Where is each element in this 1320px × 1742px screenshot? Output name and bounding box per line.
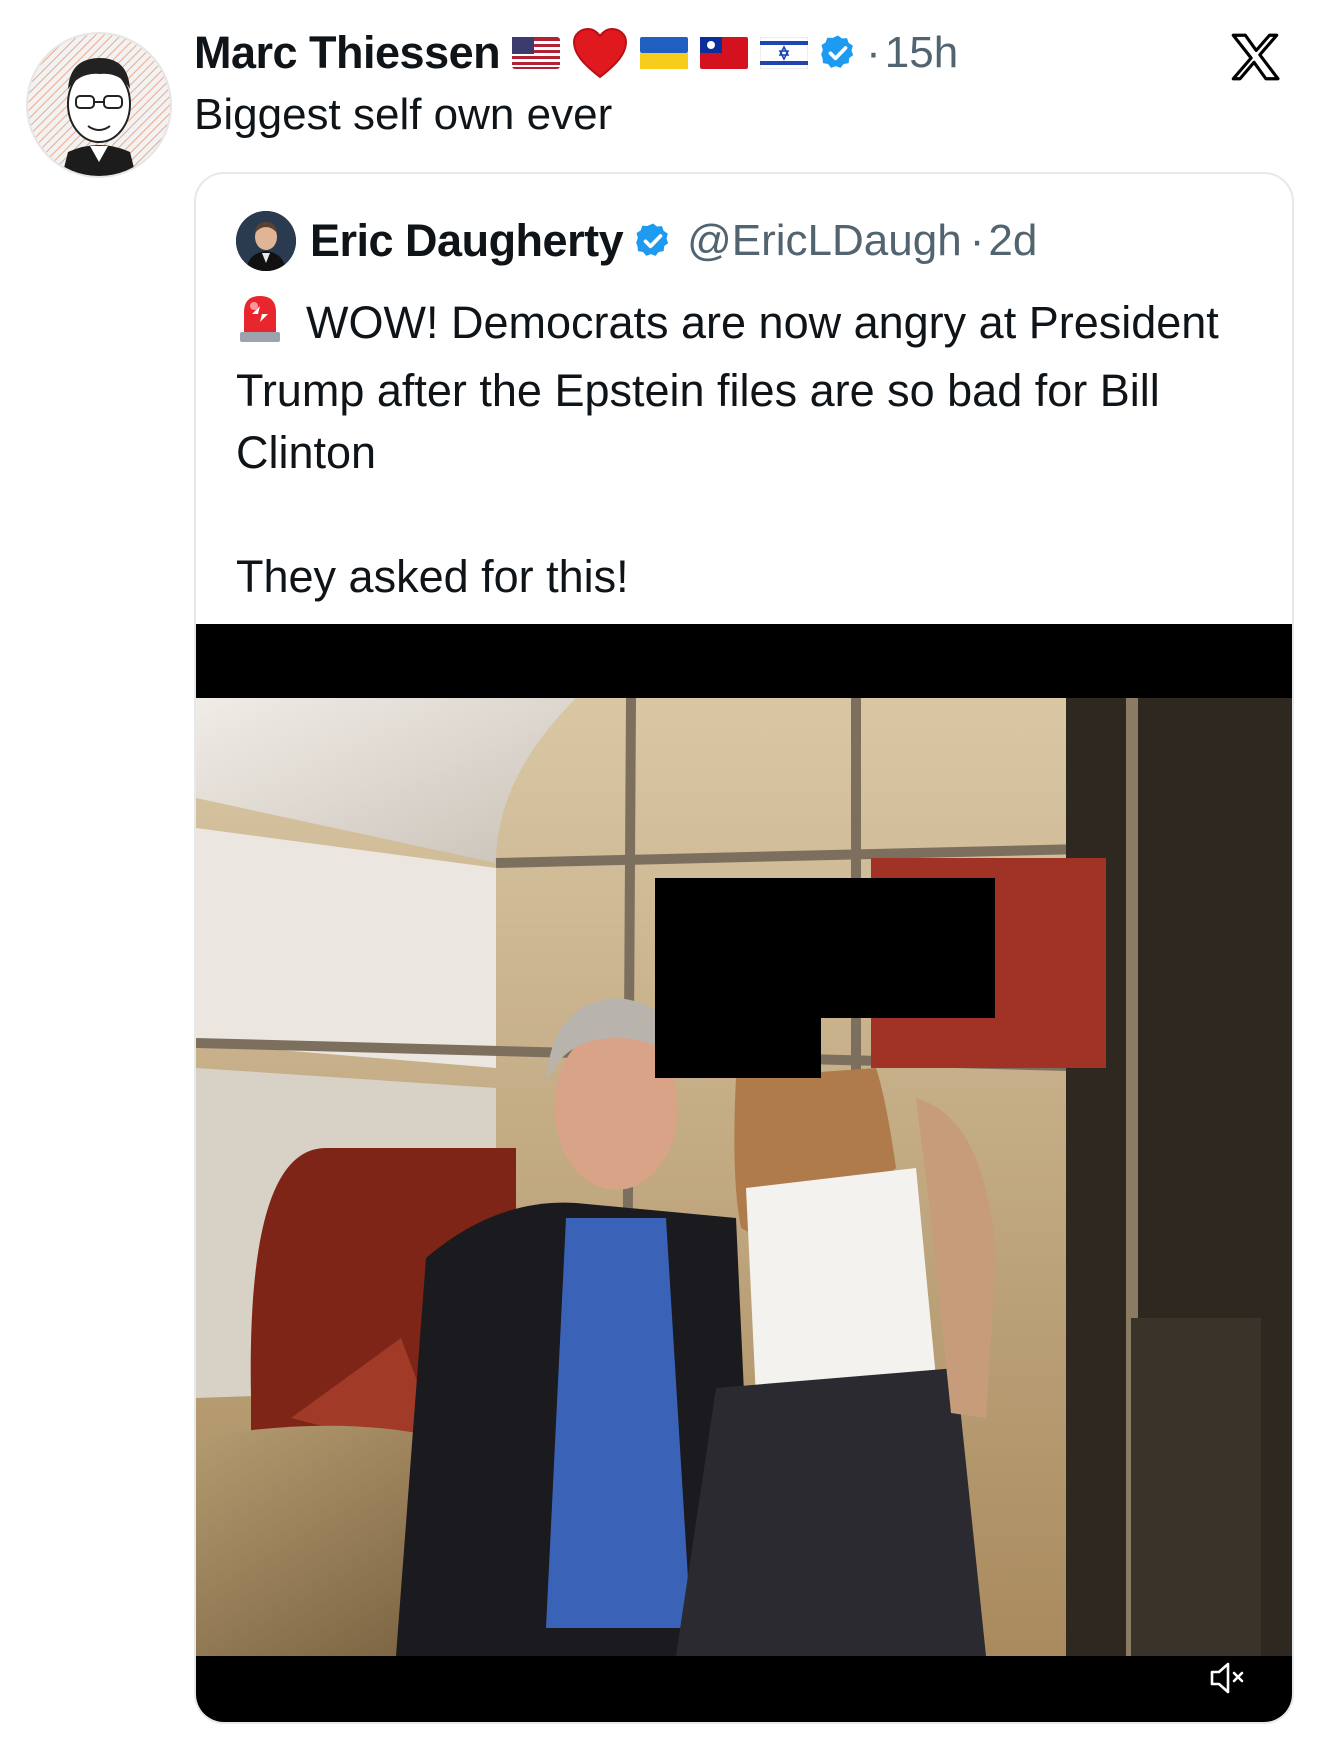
quoted-author-name[interactable]: Eric Daugherty <box>310 215 624 267</box>
taiwan-flag-icon <box>700 37 749 69</box>
verified-badge-icon[interactable] <box>818 33 858 73</box>
us-flag-icon <box>512 37 561 69</box>
author-name[interactable]: Marc Thiessen <box>194 27 501 79</box>
tweet-header: Marc Thiessen · 15h <box>194 22 958 84</box>
quoted-tweet-header: Eric Daugherty @EricLDaugh · 2d <box>236 210 1037 272</box>
red-heart-icon <box>572 27 628 79</box>
tweet-timestamp[interactable]: 15h <box>885 28 958 78</box>
quoted-tweet-text: WOW! Democrats are now angry at Presiden… <box>236 292 1256 608</box>
x-logo-icon <box>1226 28 1284 86</box>
tweet-text: Biggest self own ever <box>194 90 613 139</box>
quoted-tweet-line-1: WOW! Democrats are now angry at Presiden… <box>236 297 1219 478</box>
ukraine-flag-icon <box>640 37 689 69</box>
time-separator: · <box>866 28 881 77</box>
portrait-illustration-icon <box>28 34 170 176</box>
quoted-tweet-line-2: They asked for this! <box>236 551 629 602</box>
portrait-photo-icon <box>236 211 296 271</box>
quoted-author-handle[interactable]: @EricLDaugh <box>687 216 962 266</box>
quoted-timestamp[interactable]: 2d <box>988 216 1037 266</box>
quoted-tweet-card[interactable]: Eric Daugherty @EricLDaugh · 2d WOW! Dem… <box>194 172 1294 1724</box>
redaction-box-upper <box>655 878 995 1018</box>
video-player[interactable] <box>196 624 1292 1722</box>
quoted-author-avatar[interactable] <box>236 211 296 271</box>
verified-badge-icon[interactable] <box>633 221 673 261</box>
muted-speaker-icon[interactable] <box>1208 1660 1248 1696</box>
time-separator: · <box>969 216 985 265</box>
israel-flag-icon <box>760 37 809 69</box>
redaction-box-lower <box>655 1016 821 1078</box>
rotating-light-icon <box>236 292 284 360</box>
author-avatar[interactable] <box>26 32 172 178</box>
video-frame-photo <box>196 698 1292 1656</box>
